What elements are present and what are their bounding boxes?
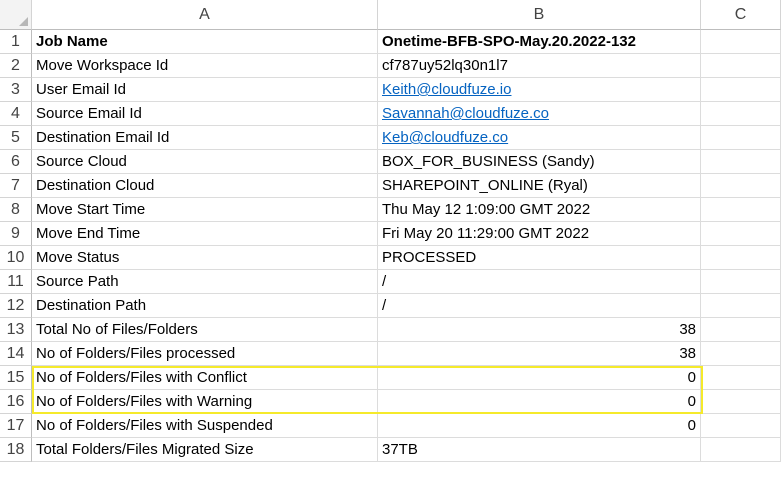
cell-a11[interactable]: Source Path xyxy=(32,270,378,294)
cell-c7[interactable] xyxy=(701,174,781,198)
row-header-16[interactable]: 16 xyxy=(0,390,32,414)
cell-a14[interactable]: No of Folders/Files processed xyxy=(32,342,378,366)
cell-a7[interactable]: Destination Cloud xyxy=(32,174,378,198)
cell-c9[interactable] xyxy=(701,222,781,246)
cell-c1[interactable] xyxy=(701,30,781,54)
cell-a10[interactable]: Move Status xyxy=(32,246,378,270)
cell-c8[interactable] xyxy=(701,198,781,222)
cell-b4[interactable]: Savannah@cloudfuze.co xyxy=(378,102,701,126)
column-header-a[interactable]: A xyxy=(32,0,378,30)
cell-c12[interactable] xyxy=(701,294,781,318)
cell-c5[interactable] xyxy=(701,126,781,150)
cell-b3[interactable]: Keith@cloudfuze.io xyxy=(378,78,701,102)
cell-c17[interactable] xyxy=(701,414,781,438)
row-header-5[interactable]: 5 xyxy=(0,126,32,150)
cell-b10[interactable]: PROCESSED xyxy=(378,246,701,270)
cell-b11[interactable]: / xyxy=(378,270,701,294)
row-header-15[interactable]: 15 xyxy=(0,366,32,390)
cell-c3[interactable] xyxy=(701,78,781,102)
cell-b5[interactable]: Keb@cloudfuze.co xyxy=(378,126,701,150)
cell-a2[interactable]: Move Workspace Id xyxy=(32,54,378,78)
cell-b13[interactable]: 38 xyxy=(378,318,701,342)
cell-c13[interactable] xyxy=(701,318,781,342)
row-header-10[interactable]: 10 xyxy=(0,246,32,270)
cell-a8[interactable]: Move Start Time xyxy=(32,198,378,222)
cell-a16[interactable]: No of Folders/Files with Warning xyxy=(32,390,378,414)
cell-b6[interactable]: BOX_FOR_BUSINESS (Sandy) xyxy=(378,150,701,174)
cell-c16[interactable] xyxy=(701,390,781,414)
row-header-3[interactable]: 3 xyxy=(0,78,32,102)
row-header-14[interactable]: 14 xyxy=(0,342,32,366)
row-header-6[interactable]: 6 xyxy=(0,150,32,174)
cell-a1[interactable]: Job Name xyxy=(32,30,378,54)
cell-c10[interactable] xyxy=(701,246,781,270)
row-header-1[interactable]: 1 xyxy=(0,30,32,54)
cell-a3[interactable]: User Email Id xyxy=(32,78,378,102)
cell-b18[interactable]: 37TB xyxy=(378,438,701,462)
cell-b15[interactable]: 0 xyxy=(378,366,701,390)
cell-a18[interactable]: Total Folders/Files Migrated Size xyxy=(32,438,378,462)
cell-a15[interactable]: No of Folders/Files with Conflict xyxy=(32,366,378,390)
cell-a5[interactable]: Destination Email Id xyxy=(32,126,378,150)
row-header-4[interactable]: 4 xyxy=(0,102,32,126)
cell-b16[interactable]: 0 xyxy=(378,390,701,414)
cell-b14[interactable]: 38 xyxy=(378,342,701,366)
cell-c11[interactable] xyxy=(701,270,781,294)
column-header-c[interactable]: C xyxy=(701,0,781,30)
cell-c14[interactable] xyxy=(701,342,781,366)
cell-a12[interactable]: Destination Path xyxy=(32,294,378,318)
row-header-13[interactable]: 13 xyxy=(0,318,32,342)
cell-c18[interactable] xyxy=(701,438,781,462)
row-header-17[interactable]: 17 xyxy=(0,414,32,438)
row-header-11[interactable]: 11 xyxy=(0,270,32,294)
column-header-b[interactable]: B xyxy=(378,0,701,30)
row-header-8[interactable]: 8 xyxy=(0,198,32,222)
row-header-12[interactable]: 12 xyxy=(0,294,32,318)
cell-c6[interactable] xyxy=(701,150,781,174)
cell-c15[interactable] xyxy=(701,366,781,390)
row-header-9[interactable]: 9 xyxy=(0,222,32,246)
cell-a6[interactable]: Source Cloud xyxy=(32,150,378,174)
row-header-18[interactable]: 18 xyxy=(0,438,32,462)
cell-a17[interactable]: No of Folders/Files with Suspended xyxy=(32,414,378,438)
cell-b17[interactable]: 0 xyxy=(378,414,701,438)
cell-b9[interactable]: Fri May 20 11:29:00 GMT 2022 xyxy=(378,222,701,246)
cell-b1[interactable]: Onetime-BFB-SPO-May.20.2022-132 xyxy=(378,30,701,54)
cell-b7[interactable]: SHAREPOINT_ONLINE (Ryal) xyxy=(378,174,701,198)
select-all-triangle-icon xyxy=(19,17,28,26)
cell-b2[interactable]: cf787uy52lq30n1l7 xyxy=(378,54,701,78)
spreadsheet-grid: A B C 1 Job Name Onetime-BFB-SPO-May.20.20… xyxy=(0,0,781,487)
cell-a13[interactable]: Total No of Files/Folders xyxy=(32,318,378,342)
cell-b8[interactable]: Thu May 12 1:09:00 GMT 2022 xyxy=(378,198,701,222)
cell-c2[interactable] xyxy=(701,54,781,78)
cell-c4[interactable] xyxy=(701,102,781,126)
cell-a4[interactable]: Source Email Id xyxy=(32,102,378,126)
row-header-7[interactable]: 7 xyxy=(0,174,32,198)
cell-a9[interactable]: Move End Time xyxy=(32,222,378,246)
cell-b12[interactable]: / xyxy=(378,294,701,318)
select-all-corner[interactable] xyxy=(0,0,32,30)
row-header-2[interactable]: 2 xyxy=(0,54,32,78)
